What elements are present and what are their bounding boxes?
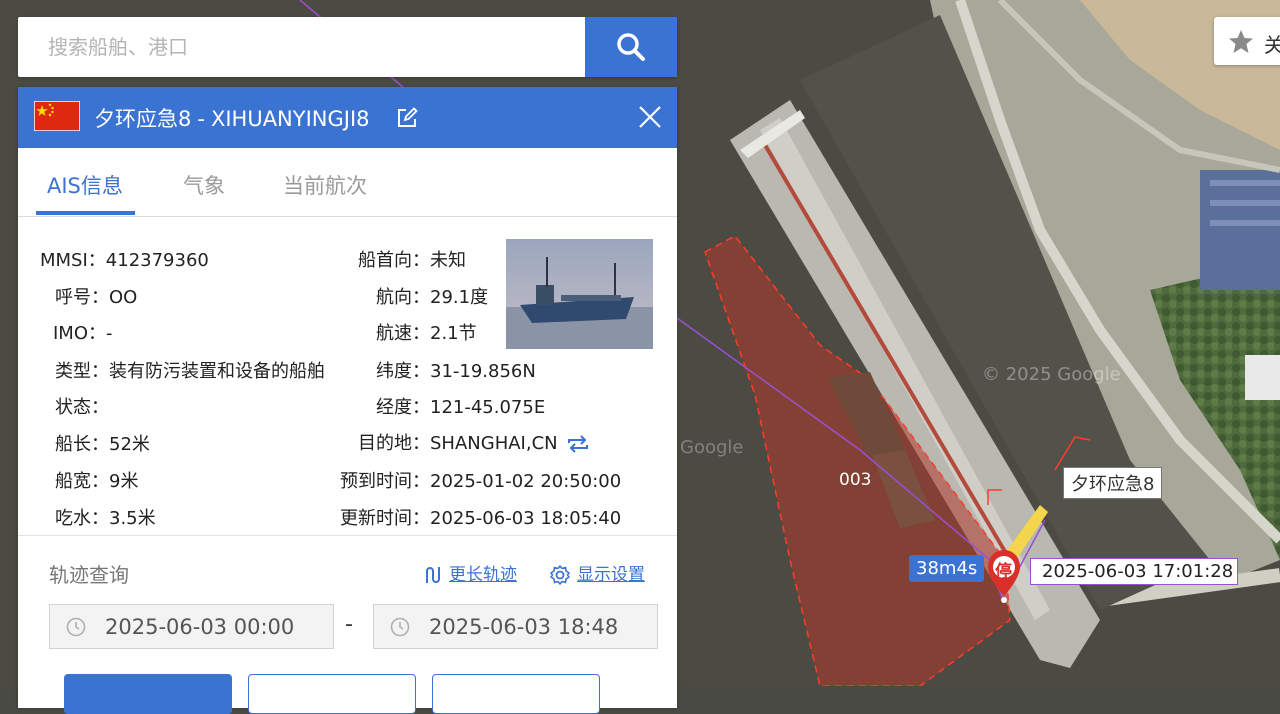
- ais-info-content: MMSI：412379360 呼号：OO IMO：- 类型：装有防污装置和设备的…: [18, 217, 677, 535]
- longer-track-link[interactable]: 更长轨迹: [425, 560, 517, 585]
- info-callsign: 呼号：OO: [55, 287, 138, 308]
- stop-marker[interactable]: 停: [986, 548, 1022, 604]
- info-speed: 航速：2.1节: [376, 323, 477, 344]
- china-flag-icon: [34, 101, 80, 131]
- ship-name-separator: -: [197, 107, 205, 131]
- clock-icon: [390, 617, 410, 637]
- end-time-value: 2025-06-03 18:48: [429, 615, 619, 639]
- star-icon: [1229, 30, 1253, 53]
- info-draft: 吃水：3.5米: [55, 508, 156, 529]
- map-watermark-2: Google: [680, 437, 744, 458]
- longer-track-label: 更长轨迹: [449, 565, 517, 585]
- info-tabs: AIS信息 气象 当前航次: [18, 148, 677, 217]
- display-settings-label: 显示设置: [577, 565, 645, 585]
- follow-button-label: 关: [1264, 33, 1280, 57]
- tab-current-voyage[interactable]: 当前航次: [283, 170, 367, 200]
- range-separator: -: [345, 612, 353, 637]
- display-settings-link[interactable]: 显示设置: [549, 560, 645, 586]
- panel-header: 夕环应急8- XIHUANYINGJI8: [18, 87, 677, 148]
- edit-icon[interactable]: [396, 107, 418, 129]
- active-tab-indicator: [36, 211, 135, 215]
- close-icon[interactable]: [637, 104, 663, 130]
- info-latitude: 纬度：31-19.856N: [376, 361, 536, 382]
- berth-label: 003: [839, 470, 872, 490]
- timestamp-label: 2025-06-03 17:01:28: [1030, 558, 1239, 585]
- track-query-section: 轨迹查询 更长轨迹 显示设置 2025-06-03 00:00 - 2025-0…: [18, 535, 677, 714]
- info-status: 状态：: [55, 397, 109, 418]
- stop-marker-text: 停: [995, 562, 1012, 582]
- start-time-field[interactable]: 2025-06-03 00:00: [49, 604, 334, 649]
- secondary-button[interactable]: [248, 674, 416, 714]
- follow-button[interactable]: 关: [1214, 17, 1280, 65]
- ship-map-label[interactable]: 夕环应急8: [1063, 467, 1163, 499]
- refresh-icon[interactable]: [566, 434, 590, 454]
- info-course: 航向：29.1度: [376, 287, 489, 308]
- duration-badge: 38m4s: [909, 555, 985, 582]
- info-mmsi: MMSI：412379360: [40, 250, 209, 271]
- track-query-title: 轨迹查询: [49, 563, 129, 587]
- tab-ais-info[interactable]: AIS信息: [47, 170, 123, 200]
- gear-icon: [550, 565, 570, 585]
- ship-name-cn: 夕环应急8: [94, 107, 192, 131]
- ship-photo[interactable]: [506, 239, 653, 349]
- info-heading: 船首向：未知: [358, 250, 466, 271]
- ship-title: 夕环应急8- XIHUANYINGJI8: [94, 103, 370, 133]
- tertiary-button[interactable]: [432, 674, 600, 714]
- clock-icon: [66, 617, 86, 637]
- info-length: 船长：52米: [55, 434, 150, 455]
- info-imo: IMO：-: [53, 323, 113, 344]
- track-path-icon: [426, 567, 440, 583]
- info-longitude: 经度：121-45.075E: [376, 397, 546, 418]
- search-bar: [18, 17, 677, 77]
- info-type: 类型：装有防污装置和设备的船舶: [55, 361, 325, 382]
- start-time-value: 2025-06-03 00:00: [105, 615, 295, 639]
- end-time-field[interactable]: 2025-06-03 18:48: [373, 604, 658, 649]
- ship-info-panel: 夕环应急8- XIHUANYINGJI8 AIS信息 气象 当前航次 MMSI：4…: [18, 87, 677, 714]
- search-button[interactable]: [585, 17, 677, 77]
- info-width: 船宽：9米: [55, 471, 139, 492]
- tab-weather[interactable]: 气象: [183, 170, 225, 200]
- info-eta: 预到时间：2025-01-02 20:50:00: [340, 471, 622, 492]
- map-watermark: © 2025 Google: [982, 364, 1121, 385]
- search-input[interactable]: [18, 17, 585, 77]
- query-button[interactable]: [64, 674, 232, 714]
- search-icon: [617, 33, 645, 61]
- ship-name-en: XIHUANYINGJI8: [210, 107, 370, 131]
- info-destination: 目的地：SHANGHAI,CN: [358, 429, 590, 455]
- info-updated: 更新时间：2025-06-03 18:05:40: [340, 508, 622, 529]
